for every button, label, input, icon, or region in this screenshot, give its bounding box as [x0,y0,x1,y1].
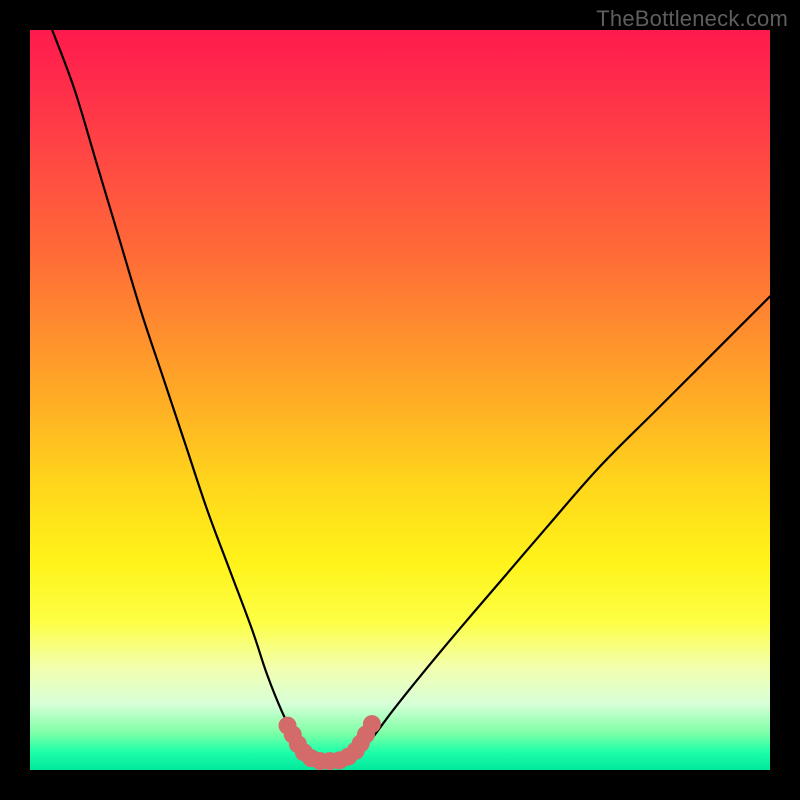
chart-frame: TheBottleneck.com [0,0,800,800]
curve-group [52,30,770,763]
watermark-text: TheBottleneck.com [596,6,788,32]
marker-group [279,715,381,770]
chart-svg [30,30,770,770]
valley-marker [363,715,381,733]
plot-area [30,30,770,770]
bottleneck-curve [52,30,770,763]
